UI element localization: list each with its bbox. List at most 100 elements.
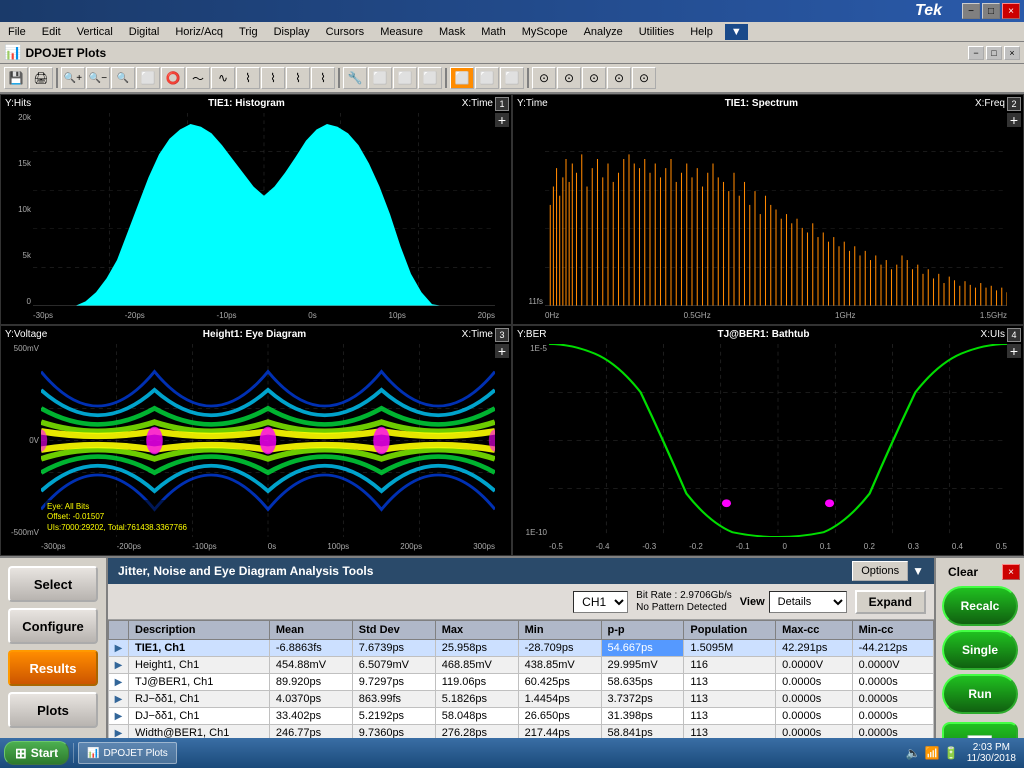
hist-y0: 0: [27, 297, 31, 306]
tb-clock3[interactable]: ⊙: [582, 67, 606, 89]
close-panel-button[interactable]: ×: [1002, 564, 1020, 580]
spectrum-plus[interactable]: +: [1007, 113, 1021, 127]
menu-display[interactable]: Display: [266, 24, 318, 40]
taskbar-clock: 2:03 PM 11/30/2018: [963, 742, 1020, 764]
table-row: ▶ TJ@BER1, Ch1 89.920ps 9.7297ps 119.06p…: [109, 674, 934, 691]
tb-wave6[interactable]: ⌇: [311, 67, 335, 89]
tb-wave5[interactable]: ⌇: [286, 67, 310, 89]
tb-clock4[interactable]: ⊙: [607, 67, 631, 89]
select-button[interactable]: Select: [8, 566, 98, 602]
bath-x9: 0.4: [952, 542, 963, 551]
col-min[interactable]: Min: [518, 621, 601, 640]
menu-myscope[interactable]: MyScope: [514, 24, 576, 40]
population-cell: 116: [684, 657, 776, 674]
menu-horiz[interactable]: Horiz/Acq: [167, 24, 231, 40]
population-cell: 113: [684, 708, 776, 725]
menu-measure[interactable]: Measure: [372, 24, 431, 40]
plots-button[interactable]: Plots: [8, 692, 98, 728]
tb-print[interactable]: 🖨: [29, 67, 53, 89]
close-btn[interactable]: ×: [1002, 3, 1020, 19]
view-select[interactable]: Details Summary DetailsSummary: [769, 591, 847, 613]
col-mincc[interactable]: Min-cc: [852, 621, 933, 640]
app-close[interactable]: ×: [1004, 46, 1020, 60]
tb-wave1[interactable]: 〜: [186, 67, 210, 89]
single-button[interactable]: Single: [942, 630, 1018, 670]
tb-wave4[interactable]: ⌇: [261, 67, 285, 89]
menu-help[interactable]: Help: [682, 24, 721, 40]
tb-zoom-fit[interactable]: 🔍: [111, 67, 135, 89]
menu-math[interactable]: Math: [473, 24, 513, 40]
menu-mask[interactable]: Mask: [431, 24, 473, 40]
max-cell: 58.048ps: [435, 708, 518, 725]
histogram-plus[interactable]: +: [495, 113, 509, 127]
expand-cell[interactable]: ▶: [109, 640, 129, 657]
app-maximize[interactable]: □: [986, 46, 1002, 60]
tb-save[interactable]: 💾: [4, 67, 28, 89]
pp-cell: 3.7372ps: [601, 691, 684, 708]
options-dropdown-arrow[interactable]: ▼: [912, 564, 924, 578]
expand-cell[interactable]: ▶: [109, 674, 129, 691]
menu-file[interactable]: File: [0, 24, 34, 40]
mean-cell: -6.8863fs: [269, 640, 352, 657]
run-button[interactable]: Run: [942, 674, 1018, 714]
tb-clock1[interactable]: ⊙: [532, 67, 556, 89]
col-maxcc[interactable]: Max-cc: [776, 621, 852, 640]
col-description[interactable]: Description: [129, 621, 270, 640]
tb-tool4[interactable]: ⬜: [418, 67, 442, 89]
tb-clock2[interactable]: ⊙: [557, 67, 581, 89]
tb-select-circle[interactable]: ⭕: [161, 67, 185, 89]
col-mean[interactable]: Mean: [269, 621, 352, 640]
menu-cursors[interactable]: Cursors: [318, 24, 373, 40]
mean-cell: 33.402ps: [269, 708, 352, 725]
desc-cell: TIE1, Ch1: [129, 640, 270, 657]
tray-icon-1: 🔈: [906, 746, 921, 760]
tb-grid2[interactable]: ⬜: [475, 67, 499, 89]
tb-wave2[interactable]: ∿: [211, 67, 235, 89]
col-population[interactable]: Population: [684, 621, 776, 640]
expand-cell[interactable]: ▶: [109, 657, 129, 674]
tb-tool3[interactable]: ⬜: [393, 67, 417, 89]
maximize-btn[interactable]: □: [982, 3, 1000, 19]
tb-zoom-out[interactable]: 🔍−: [86, 67, 110, 89]
tb-wave3[interactable]: ⌇: [236, 67, 260, 89]
menu-dropdown-arrow[interactable]: ▼: [725, 24, 748, 40]
taskbar-item-dpojet[interactable]: 📊 DPOJET Plots: [78, 742, 177, 764]
start-button[interactable]: ⊞ Start: [4, 741, 69, 765]
expand-button[interactable]: Expand: [855, 590, 926, 614]
stddev-cell: 6.5079mV: [352, 657, 435, 674]
configure-button[interactable]: Configure: [8, 608, 98, 644]
menu-analyze[interactable]: Analyze: [576, 24, 631, 40]
eye-plus[interactable]: +: [495, 344, 509, 358]
bathtub-num: 4: [1007, 328, 1021, 342]
col-stddev[interactable]: Std Dev: [352, 621, 435, 640]
recalc-button[interactable]: Recalc: [942, 586, 1018, 626]
options-button[interactable]: Options: [852, 561, 908, 581]
tb-grid1[interactable]: ⬜: [450, 67, 474, 89]
app-minimize[interactable]: −: [968, 46, 984, 60]
channel-select[interactable]: CH1: [573, 591, 628, 613]
eye-y1: 0V: [29, 436, 39, 445]
col-max[interactable]: Max: [435, 621, 518, 640]
expand-cell[interactable]: ▶: [109, 691, 129, 708]
menu-trig[interactable]: Trig: [231, 24, 266, 40]
col-pp[interactable]: p-p: [601, 621, 684, 640]
expand-cell[interactable]: ▶: [109, 708, 129, 725]
results-button[interactable]: Results: [8, 650, 98, 686]
pp-cell: 58.635ps: [601, 674, 684, 691]
tb-tool2[interactable]: ⬜: [368, 67, 392, 89]
menu-digital[interactable]: Digital: [121, 24, 168, 40]
tb-grid3[interactable]: ⬜: [500, 67, 524, 89]
min-cell: 1.4454ps: [518, 691, 601, 708]
toolbar: 💾 🖨 🔍+ 🔍− 🔍 ⬜ ⭕ 〜 ∿ ⌇ ⌇ ⌇ ⌇ 🔧 ⬜ ⬜ ⬜ ⬜ ⬜ …: [0, 64, 1024, 94]
hist-x0: -30ps: [33, 311, 53, 320]
menu-utilities[interactable]: Utilities: [631, 24, 682, 40]
eye-y2: 500mV: [14, 344, 39, 353]
tb-zoom-in[interactable]: 🔍+: [61, 67, 85, 89]
tb-clock5[interactable]: ⊙: [632, 67, 656, 89]
menu-vertical[interactable]: Vertical: [69, 24, 121, 40]
bathtub-plus[interactable]: +: [1007, 344, 1021, 358]
menu-edit[interactable]: Edit: [34, 24, 69, 40]
tb-tool1[interactable]: 🔧: [343, 67, 367, 89]
tb-select-rect[interactable]: ⬜: [136, 67, 160, 89]
minimize-btn[interactable]: −: [962, 3, 980, 19]
